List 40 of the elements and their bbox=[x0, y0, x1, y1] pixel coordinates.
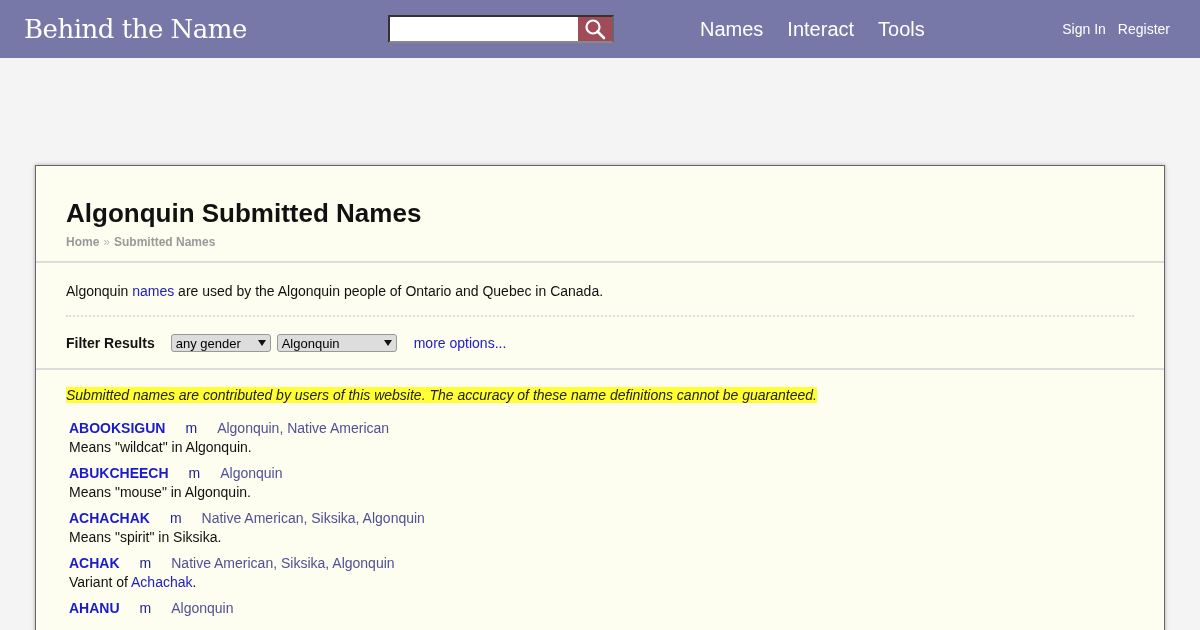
name-meaning: Variant of Achachak. bbox=[69, 574, 198, 590]
gender-label: m bbox=[188, 465, 201, 481]
account-link[interactable]: Register bbox=[1117, 21, 1170, 37]
usage-links[interactable]: Algonquin, Native American bbox=[217, 420, 390, 436]
name-link[interactable]: ABOOKSIGUN bbox=[69, 420, 166, 436]
filter-dropdown[interactable]: any gender bbox=[170, 334, 271, 352]
gender-label: m bbox=[169, 510, 182, 526]
intro-text: Algonquin names are used by the Algonquin people of Ontario and Quebec in Canada. bbox=[66, 283, 605, 299]
usage-links[interactable]: Native American, Siksika, Algonquin bbox=[201, 510, 425, 526]
variant-link[interactable]: Achachak bbox=[131, 574, 193, 590]
gender-label: m bbox=[139, 600, 152, 616]
name-link[interactable]: ABUKCHEECH bbox=[69, 465, 169, 481]
gender-label: m bbox=[185, 420, 198, 436]
name-link[interactable]: ACHAK bbox=[69, 555, 120, 571]
usage-links[interactable]: Native American, Siksika, Algonquin bbox=[171, 555, 395, 571]
usage-links[interactable]: Algonquin bbox=[220, 465, 283, 481]
dropdown-arrow-icon bbox=[383, 340, 392, 346]
nav-link[interactable]: Tools bbox=[878, 17, 925, 41]
nav-link[interactable]: Interact bbox=[787, 17, 855, 41]
dropdown-arrow-icon bbox=[257, 340, 266, 346]
search-button[interactable] bbox=[578, 17, 612, 41]
disclaimer-notice: Submitted names are contributed by users of this website. The accuracy of these name definitions cannot be guaranteed. bbox=[66, 387, 817, 403]
name-meaning: Means "spirit" in Siksika. bbox=[69, 529, 223, 545]
breadcrumb-separator: » bbox=[103, 235, 111, 249]
page-title: Algonquin Submitted Names bbox=[66, 198, 423, 229]
search-field[interactable] bbox=[388, 15, 614, 43]
name-link[interactable]: AHANU bbox=[69, 600, 120, 616]
usage-links[interactable]: Algonquin bbox=[171, 600, 234, 616]
site-logo[interactable]: Behind the Name bbox=[24, 14, 364, 44]
gender-label: m bbox=[139, 555, 152, 571]
search-icon bbox=[584, 18, 606, 40]
more-options-link[interactable]: more options... bbox=[413, 335, 507, 351]
name-meaning: Means "mouse" in Algonquin. bbox=[69, 484, 252, 500]
filter-dropdown[interactable]: Algonquin bbox=[276, 334, 397, 352]
name-meaning: Means "wildcat" in Algonquin. bbox=[69, 439, 253, 455]
filter-label: Filter Results bbox=[66, 335, 155, 351]
name-link[interactable]: ACHACHAK bbox=[69, 510, 150, 526]
names-link[interactable]: names bbox=[132, 283, 175, 299]
nav-link[interactable]: Names bbox=[700, 17, 764, 41]
account-link[interactable]: Sign In bbox=[1062, 21, 1106, 37]
